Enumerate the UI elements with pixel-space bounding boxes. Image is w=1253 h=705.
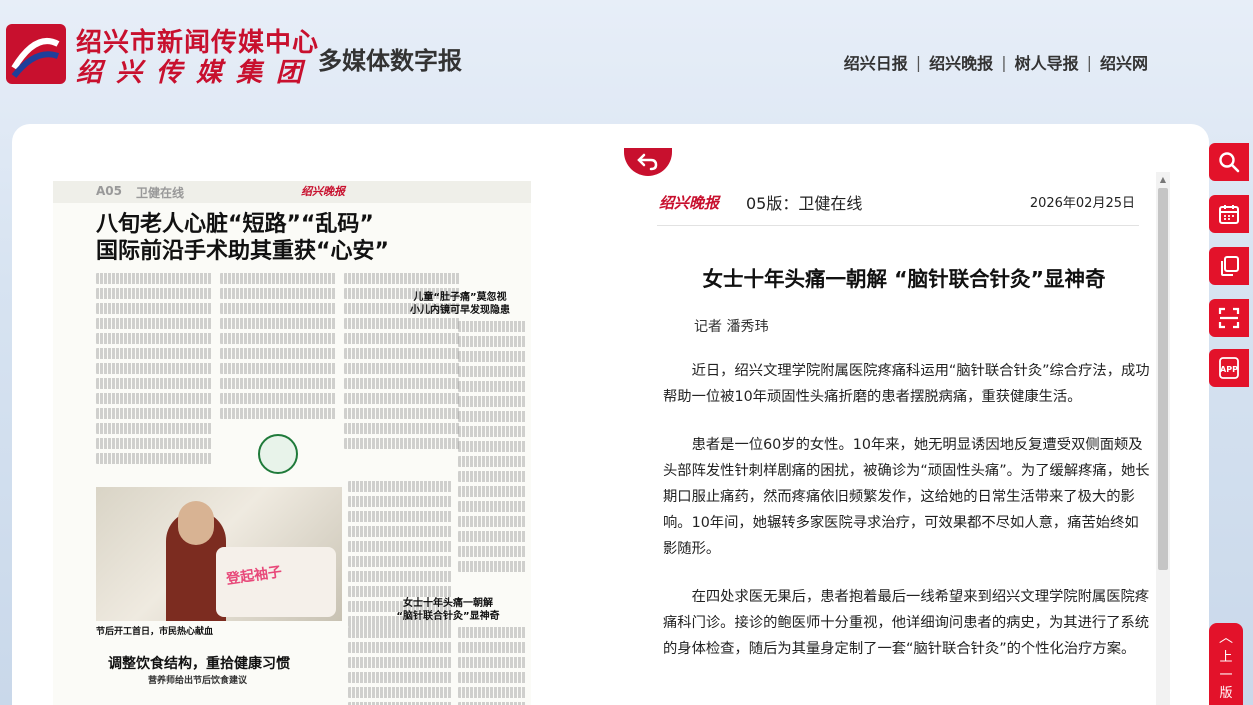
search-button[interactable] [1209, 143, 1249, 181]
brand-subtitle: 多媒体数字报 [318, 46, 462, 75]
article-edition: 05版：卫健在线 [746, 194, 863, 213]
scroll-up-arrow-icon[interactable]: ▲ [1156, 172, 1170, 187]
site-header: 绍兴市新闻传媒中心 绍兴传媒集团 多媒体数字报 绍兴日报 | 绍兴晚报 | 树人… [0, 0, 1253, 118]
app-icon: APP [1219, 357, 1239, 379]
paper-text-column [96, 273, 212, 473]
sub-headline-line1: 女士十年头痛一朝解 [403, 598, 493, 609]
paper-article-headline-diet[interactable]: 调整饮食结构，重拾健康习惯 [108, 653, 290, 673]
copy-icon [1221, 256, 1239, 276]
back-arrow-icon [637, 153, 658, 171]
paper-lead-headline[interactable]: 八旬老人心脏“短路”“乱码” 国际前沿手术助其重获“心安” [96, 211, 516, 265]
nav-link-shuren[interactable]: 树人导报 [1015, 50, 1079, 74]
prev-page-label-char: 一 [1219, 668, 1233, 683]
article-header: 绍兴晚报 05版：卫健在线 2026年02月25日 [657, 186, 1139, 226]
photo-face [178, 501, 214, 545]
article-paragraph: 近日，绍兴文理学院附属医院疼痛科运用“脑针联合针灸”综合疗法，成功帮助一位被10… [663, 363, 1150, 405]
paper-text-column [220, 273, 336, 433]
prev-page-label-char: 版 [1219, 686, 1233, 701]
article-author: 记者 潘秀玮 [694, 319, 769, 335]
search-icon [1219, 152, 1240, 173]
scrollbar-thumb[interactable] [1158, 188, 1168, 570]
lead-headline-line2: 国际前沿手术助其重获“心安” [96, 239, 389, 264]
paper-page-header: A05 卫健在线 绍兴晚报 [53, 181, 531, 203]
scan-button[interactable] [1209, 299, 1249, 337]
paper-text-column [458, 321, 526, 591]
nav-separator: | [915, 52, 922, 72]
article-date: 2026年02月25日 [1029, 196, 1135, 211]
logo-icon [6, 24, 66, 84]
paper-section-tag: 卫健在线 [136, 186, 185, 200]
brand-group-name: 绍兴传媒集团 [76, 58, 317, 88]
chevron-up-icon: ︿ [1219, 630, 1233, 646]
award-seal-icon [258, 434, 298, 474]
copy-button[interactable] [1209, 247, 1249, 285]
nav-separator: | [1086, 52, 1092, 72]
top-nav: 绍兴日报 | 绍兴晚报 | 树人导报 | 绍兴网 [844, 50, 1148, 74]
nav-link-shaoxing-net[interactable]: 绍兴网 [1100, 50, 1148, 74]
previous-page-button[interactable]: ︿ 上 一 版 [1209, 623, 1243, 705]
paper-article-headline-headache[interactable]: 女士十年头痛一朝解 “脑针联合针灸”显神奇 [373, 597, 523, 623]
sub-headline-line1: 儿童“肚子痛”莫忽视 [413, 292, 507, 303]
svg-text:APP: APP [1220, 365, 1238, 374]
article-body: 女士十年头痛一朝解 “脑针联合针灸”显神奇 记者 潘秀玮 近日，绍兴文理学院附属… [657, 240, 1151, 705]
sub-headline-line2: “脑针联合针灸”显神奇 [396, 611, 500, 622]
calendar-button[interactable] [1209, 195, 1249, 233]
paper-article-subheadline-diet: 营养师给出节后饮食建议 [148, 676, 248, 686]
article-brand: 绍兴晚报 [659, 194, 720, 212]
paper-article-headline-children[interactable]: 儿童“肚子痛”莫忽视 小儿内镜可早发现隐患 [395, 291, 525, 317]
nav-separator: | [1001, 52, 1007, 72]
article-title: 女士十年头痛一朝解 “脑针联合针灸”显神奇 [702, 267, 1106, 291]
nav-link-shaoxing-daily[interactable]: 绍兴日报 [844, 50, 908, 74]
nav-link-shaoxing-evening[interactable]: 绍兴晚报 [929, 50, 993, 74]
newspaper-page-image[interactable]: A05 卫健在线 绍兴晚报 八旬老人心脏“短路”“乱码” 国际前沿手术助其重获“… [53, 181, 531, 705]
prev-page-label-char: 上 [1219, 650, 1233, 665]
photo-caption: 节后开工首日，市民热心献血 [96, 627, 214, 637]
blood-donation-photo[interactable]: 登起袖子 [96, 487, 342, 621]
paper-brand: 绍兴晚报 [301, 185, 345, 198]
sub-headline-line2: 小儿内镜可早发现隐患 [410, 305, 510, 316]
lead-headline-line1: 八旬老人心脏“短路”“乱码” [96, 212, 374, 237]
app-download-button[interactable]: APP [1209, 349, 1249, 387]
paper-text-column [458, 627, 526, 705]
article-paragraph: 患者是一位60岁的女性。10年来，她无明显诱因地反复遭受双侧面颊及头部阵发性针刺… [663, 437, 1150, 557]
scan-icon [1218, 307, 1240, 329]
calendar-icon [1219, 205, 1239, 224]
paper-text-column [348, 627, 452, 705]
paper-section-number: A05 [96, 184, 122, 198]
article-paragraph: 在四处求医无果后，患者抱着最后一线希望来到绍兴文理学院附属医院疼痛科门诊。接诊的… [663, 589, 1150, 657]
